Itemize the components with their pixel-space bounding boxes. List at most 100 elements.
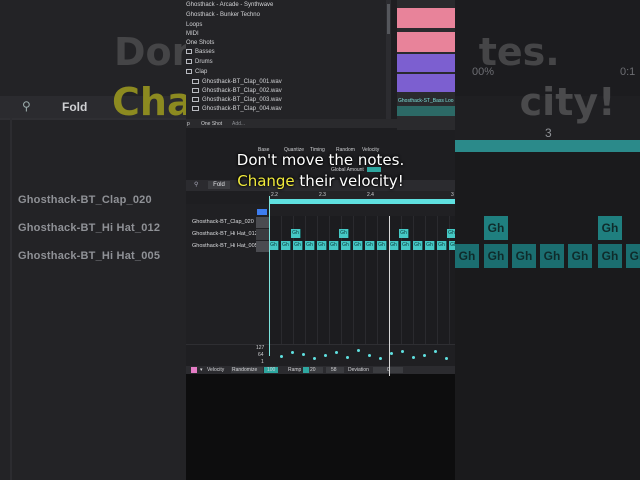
caption-rest: their velocity! [294, 172, 404, 190]
midi-note[interactable]: Gh [291, 229, 301, 238]
browser-tab-add[interactable]: Add... [232, 121, 245, 127]
browser-item[interactable]: Ghosthack - Arcade - Synthwave [186, 0, 273, 10]
browser-item[interactable]: Drums [186, 57, 213, 67]
grid-line [305, 216, 306, 344]
audio-clip[interactable] [397, 8, 455, 28]
midi-note[interactable]: Gh [305, 241, 315, 250]
bg-note: Gh [484, 244, 508, 268]
bg-note: Gh [512, 244, 536, 268]
ramp-label: Ramp [288, 367, 302, 373]
velocity-handle[interactable] [291, 351, 294, 354]
midi-note[interactable]: Gh [389, 241, 399, 250]
browser-item[interactable]: Ghosthack-BT_Clap_004.wav [192, 104, 282, 114]
midi-note[interactable]: Gh [377, 241, 387, 250]
browser-scrollbar[interactable] [386, 0, 391, 128]
grid-line [413, 216, 414, 344]
lane-label: Ghosthack-BT_Hi Hat_012 [192, 231, 258, 237]
drum-pad-key[interactable] [256, 241, 269, 252]
midi-note[interactable]: Gh [365, 241, 375, 250]
velocity-handle[interactable] [346, 356, 349, 359]
velocity-handle[interactable] [423, 354, 426, 357]
midi-note[interactable]: Gh [401, 241, 411, 250]
lane-color-swatch[interactable] [191, 367, 197, 373]
browser-item[interactable]: Basses [186, 47, 215, 57]
audio-clip[interactable] [397, 106, 455, 116]
playhead[interactable] [389, 216, 390, 376]
bg-time-label: 0:1 [620, 66, 636, 78]
note-grid[interactable]: GhGhGhGhGhGhGhGhGhGhGhGhGhGhGhGhGhGhGhGh [269, 216, 455, 344]
midi-note[interactable]: Gh [269, 241, 279, 250]
velocity-handle[interactable] [368, 354, 371, 357]
loop-start-marker[interactable] [269, 196, 270, 356]
randomize-label: Randomize [232, 367, 258, 373]
midi-note[interactable]: Gh [281, 241, 291, 250]
audio-clip[interactable] [397, 74, 455, 92]
velocity-footer: ▾ Velocity Randomize 100 Ramp 20 58 Devi… [186, 366, 455, 374]
velocity-handle[interactable] [302, 353, 305, 356]
folder-icon [186, 68, 192, 74]
bg-divider-vertical [10, 118, 12, 480]
bg-fold-button: Fold [62, 100, 88, 114]
audio-file-icon [192, 78, 199, 84]
velocity-axis-label: 64 [258, 352, 264, 358]
folder-icon [186, 58, 192, 64]
browser-tab[interactable]: p [187, 121, 190, 127]
randomize-value: 100 [267, 367, 276, 373]
audio-clip[interactable] [397, 54, 455, 72]
velocity-handle[interactable] [434, 350, 437, 353]
daw-window: Ghosthack - Arcade - Synthwave Ghosthack… [186, 0, 455, 480]
clip-label: Ghosthack-ST_Bass Loo [398, 98, 454, 104]
grid-line [281, 216, 282, 344]
velocity-handle[interactable] [412, 356, 415, 359]
velocity-handle[interactable] [401, 350, 404, 353]
velocity-handle[interactable] [445, 357, 448, 360]
midi-note[interactable]: Gh [341, 241, 351, 250]
velocity-axis-label: 127 [256, 345, 265, 351]
timeline-marker: 3 [451, 192, 454, 198]
velocity-handle[interactable] [324, 354, 327, 357]
velocity-handle[interactable] [357, 349, 360, 352]
ramp-end-value: 58 [331, 367, 337, 373]
scrollbar-thumb[interactable] [387, 4, 390, 34]
velocity-handle[interactable] [379, 357, 382, 360]
velocity-lane[interactable]: 127 64 1 [186, 344, 455, 366]
dropdown-arrow-icon[interactable]: ▾ [200, 367, 203, 373]
browser-tab[interactable]: One Shot [201, 121, 222, 127]
grid-line [329, 216, 330, 344]
ramp-start-value: 20 [310, 367, 316, 373]
selection-tag [257, 209, 267, 215]
midi-note[interactable]: Gh [437, 241, 447, 250]
midi-note[interactable]: Gh [425, 241, 435, 250]
grid-line [425, 216, 426, 344]
midi-note[interactable]: Gh [293, 241, 303, 250]
velocity-handle[interactable] [335, 351, 338, 354]
midi-note[interactable]: Gh [317, 241, 327, 250]
midi-note[interactable]: Gh [447, 229, 455, 238]
bg-note: Gh [568, 244, 592, 268]
velocity-handle[interactable] [313, 357, 316, 360]
timeline-marker: 2.4 [367, 192, 374, 198]
timeline-ruler[interactable]: 2.2 2.3 2.4 3 [269, 191, 455, 199]
lane-label: Ghosthack-BT_Clap_020 [192, 219, 254, 225]
grid-line [317, 216, 318, 344]
browser-item[interactable]: Ghosthack - Bunker Techno [186, 10, 260, 20]
midi-note[interactable]: Gh [353, 241, 363, 250]
midi-note[interactable]: Gh [449, 241, 455, 250]
deviation-label: Deviation [348, 367, 369, 373]
audio-file-icon [192, 87, 199, 93]
velocity-handle[interactable] [390, 352, 393, 355]
bg-note: Gh [598, 244, 622, 268]
grid-line [377, 216, 378, 344]
midi-note[interactable]: Gh [329, 241, 339, 250]
velocity-handle[interactable] [280, 355, 283, 358]
drum-pad-key[interactable] [256, 217, 269, 228]
midi-note[interactable]: Gh [339, 229, 349, 238]
browser-item[interactable]: Clap [186, 67, 207, 77]
midi-note[interactable]: Gh [413, 241, 423, 250]
caption-highlight: Change [237, 172, 295, 190]
file-browser: Ghosthack - Arcade - Synthwave Ghosthack… [186, 0, 391, 128]
audio-clip[interactable] [397, 32, 455, 52]
midi-note[interactable]: Gh [399, 229, 409, 238]
drum-pad-key[interactable] [256, 229, 269, 240]
audio-file-icon [192, 96, 199, 102]
